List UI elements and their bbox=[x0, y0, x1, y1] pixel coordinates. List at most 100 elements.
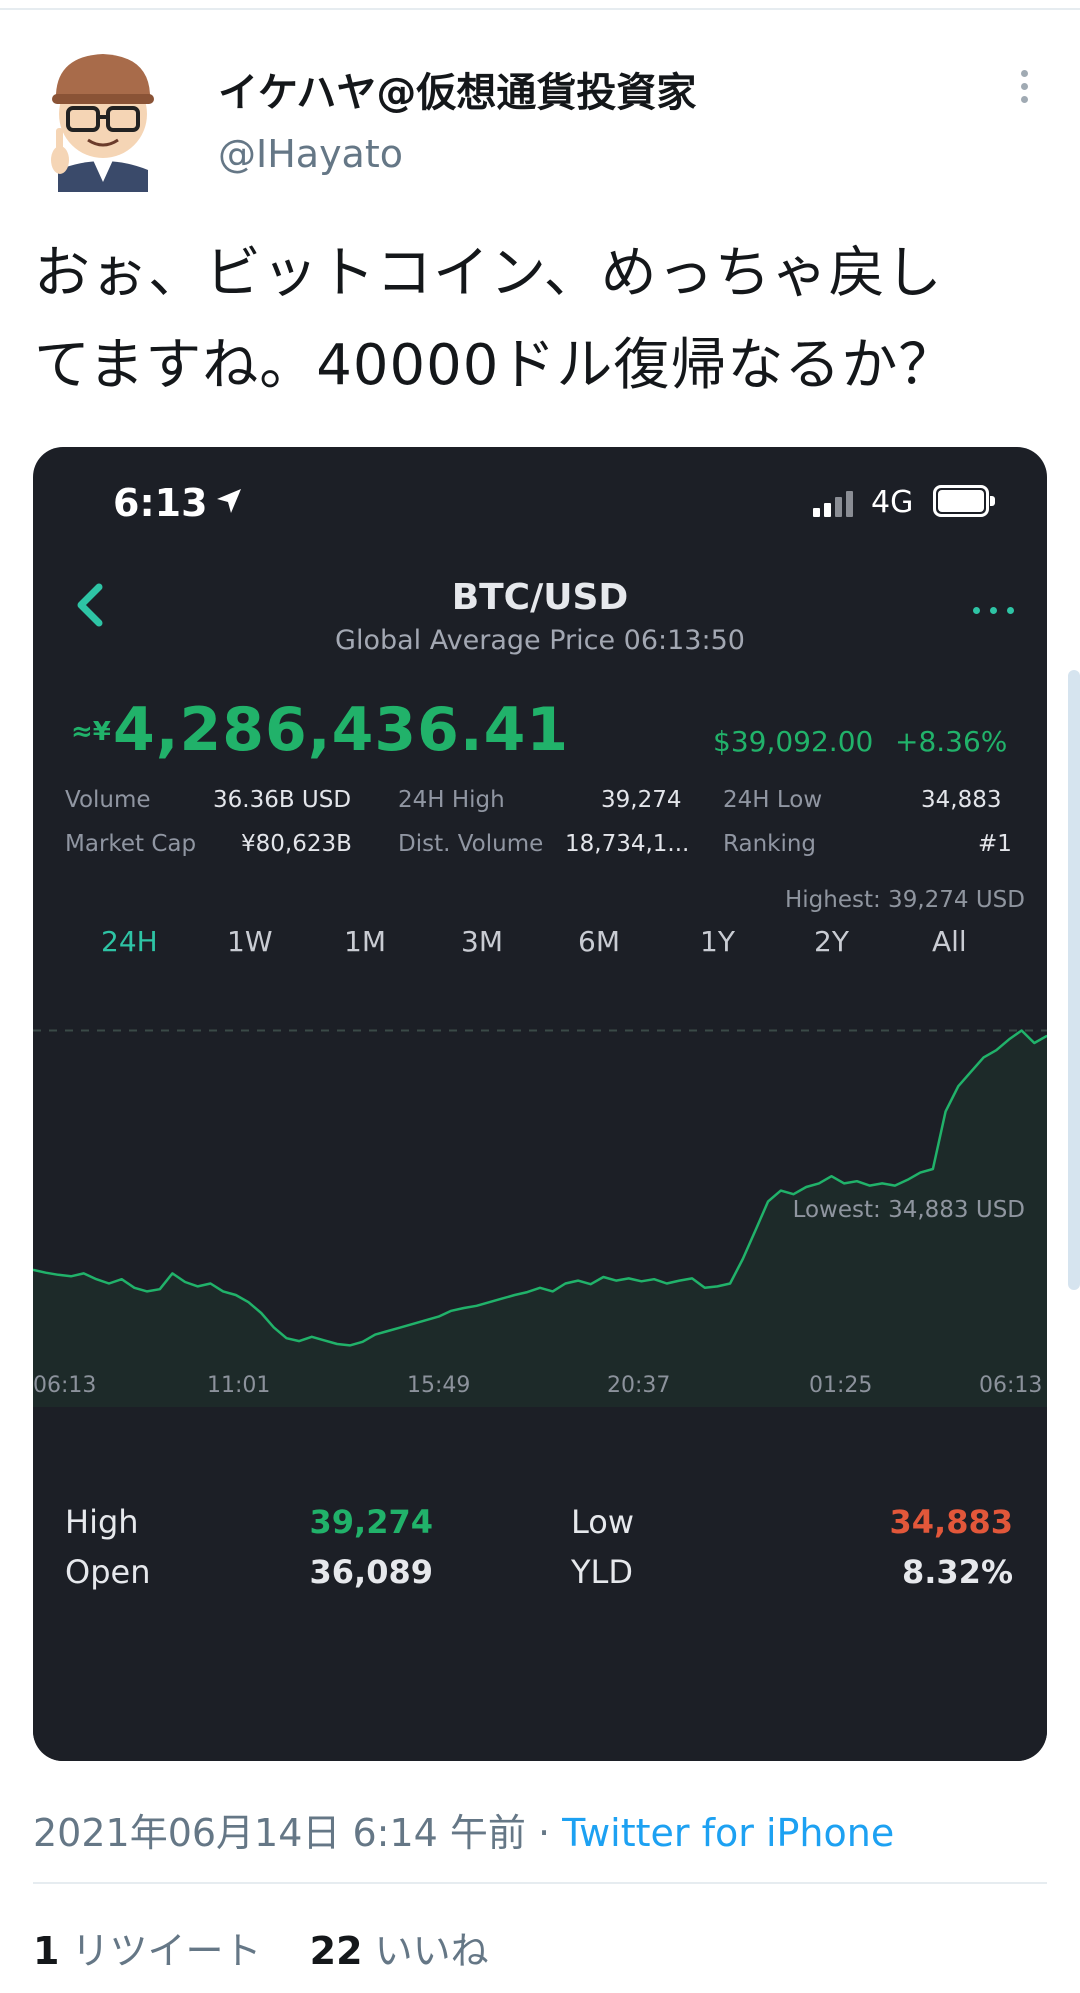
price-point bbox=[57, 1274, 60, 1276]
stats-divider bbox=[33, 1882, 1047, 1884]
tab-24h[interactable]: 24H bbox=[101, 925, 158, 958]
price-point bbox=[780, 1189, 782, 1192]
price-point bbox=[818, 1182, 820, 1185]
x-tick-label: 06:13 bbox=[33, 1373, 97, 1398]
summary-open-label: Open bbox=[65, 1553, 151, 1591]
price-subtitle: Global Average Price 06:13:50 bbox=[335, 625, 745, 656]
tab-all[interactable]: All bbox=[932, 925, 967, 958]
ranking-value: #1 bbox=[978, 831, 1012, 857]
tab-2y[interactable]: 2Y bbox=[814, 925, 849, 958]
high24-value: 39,274 bbox=[601, 787, 682, 813]
price-point bbox=[222, 1290, 224, 1293]
user-handle[interactable]: @IHayato bbox=[218, 132, 403, 176]
price-point bbox=[881, 1182, 884, 1185]
tweet-meta: 2021年06月14日 6:14 午前 · Twitter for iPhone bbox=[33, 1802, 894, 1857]
market-cap-label: Market Cap bbox=[65, 831, 197, 857]
ranking-label: Ranking bbox=[723, 831, 817, 857]
approx-yen-symbol: ≈¥ bbox=[71, 717, 111, 747]
price-point bbox=[437, 1315, 440, 1318]
price-point bbox=[843, 1182, 845, 1185]
price-point bbox=[463, 1307, 465, 1309]
dist-volume-value: 18,734,1... bbox=[565, 831, 690, 857]
high24-label: 24H High bbox=[398, 787, 505, 813]
retweets-count: 1 bbox=[33, 1929, 60, 1973]
tweet-timestamp[interactable]: 2021年06月14日 6:14 午前 · bbox=[33, 1811, 550, 1855]
tab-1m[interactable]: 1M bbox=[344, 925, 386, 958]
tweet-text-line-1: おぉ、ビットコイン、めっちゃ戻し bbox=[34, 241, 943, 306]
price-point bbox=[564, 1282, 567, 1285]
price-point bbox=[501, 1297, 503, 1300]
scrollbar[interactable] bbox=[1068, 670, 1080, 1290]
summary-yld-label: YLD bbox=[571, 1553, 634, 1591]
retweets-stat[interactable]: 1 リツイート bbox=[33, 1929, 262, 1973]
price-point bbox=[44, 1271, 47, 1274]
price-point bbox=[70, 1275, 72, 1278]
price-point bbox=[830, 1175, 833, 1177]
price-point bbox=[856, 1180, 858, 1183]
price-chart[interactable] bbox=[33, 1007, 1047, 1367]
more-menu-icon[interactable] bbox=[969, 602, 1019, 622]
price-point bbox=[1020, 1029, 1023, 1032]
price-point bbox=[374, 1333, 377, 1336]
price-point bbox=[184, 1281, 186, 1283]
price-point bbox=[146, 1290, 148, 1293]
price-point bbox=[703, 1287, 706, 1289]
price-point bbox=[82, 1272, 85, 1275]
x-tick-label: 11:01 bbox=[207, 1373, 271, 1398]
price-point bbox=[615, 1279, 617, 1282]
dist-volume-label: Dist. Volume bbox=[398, 831, 544, 857]
price-point bbox=[906, 1179, 909, 1181]
price-point bbox=[311, 1335, 313, 1338]
price-point bbox=[653, 1278, 655, 1280]
pair-title: BTC/USD bbox=[451, 577, 629, 618]
price-point bbox=[95, 1278, 98, 1280]
volume-label: Volume bbox=[65, 787, 151, 813]
tweet-source-link[interactable]: Twitter for iPhone bbox=[562, 1811, 894, 1855]
tab-1w[interactable]: 1W bbox=[227, 925, 273, 958]
price-point bbox=[627, 1277, 630, 1280]
x-tick-label: 06:13 bbox=[979, 1373, 1043, 1398]
price-point bbox=[767, 1200, 769, 1203]
price-point bbox=[513, 1294, 516, 1296]
network-type: 4G bbox=[871, 485, 914, 520]
price-jpy: 4,286,436.41 bbox=[113, 695, 570, 765]
tab-3m[interactable]: 3M bbox=[461, 925, 503, 958]
price-point bbox=[209, 1282, 212, 1285]
price-point bbox=[120, 1278, 123, 1280]
tab-6m[interactable]: 6M bbox=[578, 925, 620, 958]
chart-annotation-high: Highest: 39,274 USD bbox=[784, 887, 1025, 913]
price-point bbox=[691, 1277, 693, 1280]
x-tick-label: 20:37 bbox=[607, 1373, 671, 1398]
signal-icon bbox=[813, 491, 857, 517]
price-point bbox=[298, 1340, 300, 1342]
attached-image[interactable]: 6:13 4G BTC/USD Global Average Price 06:… bbox=[33, 447, 1047, 1761]
price-point bbox=[970, 1071, 972, 1073]
low24-label: 24H Low bbox=[723, 787, 823, 813]
x-tick-label: 01:25 bbox=[809, 1373, 873, 1398]
avatar[interactable] bbox=[38, 42, 168, 192]
likes-stat[interactable]: 22 いいね bbox=[310, 1929, 489, 1973]
price-point bbox=[450, 1310, 453, 1312]
tab-1y[interactable]: 1Y bbox=[700, 925, 735, 958]
price-point bbox=[577, 1279, 579, 1282]
summary-open-value: 36,089 bbox=[309, 1553, 433, 1591]
chart-annotation-low: Lowest: 34,883 USD bbox=[792, 1197, 1025, 1223]
price-point bbox=[425, 1319, 427, 1321]
price-point bbox=[932, 1168, 934, 1170]
price-point bbox=[235, 1294, 237, 1296]
likes-label: いいね bbox=[374, 1929, 489, 1973]
price-point bbox=[260, 1312, 262, 1314]
price-point bbox=[982, 1056, 985, 1059]
summary-low-value: 34,883 bbox=[889, 1503, 1013, 1541]
price-point bbox=[1033, 1042, 1036, 1044]
summary-high-value: 39,274 bbox=[309, 1503, 433, 1541]
price-point bbox=[894, 1184, 896, 1187]
price-point bbox=[640, 1280, 643, 1283]
more-options-icon[interactable] bbox=[1000, 62, 1048, 110]
likes-count: 22 bbox=[309, 1929, 363, 1973]
price-point bbox=[247, 1301, 250, 1303]
volume-value: 36.36B USD bbox=[213, 787, 352, 813]
display-name[interactable]: イケハヤ@仮想通貨投資家 bbox=[218, 60, 696, 118]
price-point bbox=[323, 1339, 326, 1342]
price-point bbox=[995, 1049, 998, 1051]
